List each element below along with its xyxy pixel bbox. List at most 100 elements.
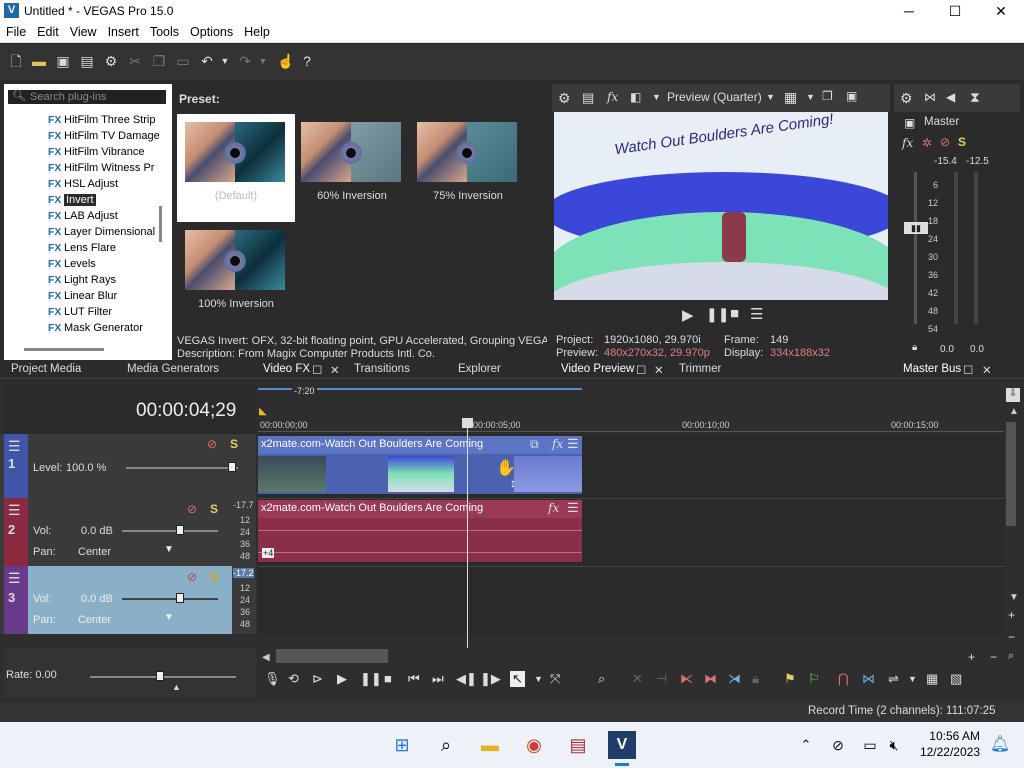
master-bus-close-icon[interactable]: ✕ xyxy=(982,363,992,377)
track-1-level-knob[interactable] xyxy=(228,462,236,472)
plugin-list-scrollbar[interactable] xyxy=(159,206,162,242)
audio-event-fx-icon[interactable]: fx xyxy=(548,501,559,515)
overlays-icon[interactable]: ▦ xyxy=(784,89,797,106)
tab-video-fx[interactable]: Video FX xyxy=(263,363,310,375)
vertical-zoom-in-icon[interactable]: + xyxy=(1008,608,1015,622)
vertical-zoom-out-icon[interactable]: − xyxy=(1008,630,1015,644)
track-3-header[interactable]: ☰ 3 ⊘ S Vol: 0.0 dB Pan: Center ▼ -17.2 … xyxy=(0,566,256,634)
help-icon[interactable]: ? xyxy=(299,53,315,69)
master-solo-icon[interactable]: S xyxy=(958,135,966,149)
ripple-dropdown-icon[interactable]: ▼ xyxy=(908,671,917,687)
mute-speaker-icon[interactable]: ◀ xyxy=(946,90,955,104)
video-fx-undock-icon[interactable]: ☐ xyxy=(312,363,322,377)
preset-60-inversion[interactable]: 60% Inversion xyxy=(293,114,411,222)
play-icon[interactable]: ▶ xyxy=(337,671,347,687)
plugin-item[interactable]: FX Levels xyxy=(48,258,96,274)
copy-icon[interactable]: ❐ xyxy=(151,53,167,69)
menu-file[interactable]: File xyxy=(0,23,31,39)
plugin-item[interactable]: FX HitFilm TV Damage xyxy=(48,130,160,146)
video-fx-close-icon[interactable]: ✕ xyxy=(330,363,340,377)
save-icon[interactable]: ▣ xyxy=(55,53,71,69)
zoom-tool-icon[interactable]: ⌕ xyxy=(1008,650,1014,663)
fx-icon[interactable]: fx xyxy=(607,90,618,104)
plugin-item[interactable]: FX HSL Adjust xyxy=(48,178,118,194)
plugin-item[interactable]: FX Mask Generator xyxy=(48,322,143,338)
maximize-button[interactable]: ☐ xyxy=(932,0,978,23)
marker-icon[interactable]: ◣ xyxy=(259,406,267,417)
split-screen-icon[interactable]: ◧ xyxy=(630,90,641,104)
menu-edit[interactable]: Edit xyxy=(31,23,64,39)
track-2-volume-knob[interactable] xyxy=(176,525,184,535)
video-output-icon[interactable]: ▤ xyxy=(582,90,594,106)
scroll-up-icon[interactable]: ▲ xyxy=(1009,406,1019,417)
record-icon[interactable]: 🎙︎ xyxy=(264,671,281,687)
track-2-header[interactable]: ☰ 2 ⊘ S Vol: 0.0 dB Pan: Center ▼ -17.7 … xyxy=(0,498,256,566)
plugin-item[interactable]: FX Invert xyxy=(48,194,96,210)
tab-project-media[interactable]: Project Media xyxy=(11,363,81,375)
new-icon[interactable]: 🗋 xyxy=(8,53,24,69)
preset-100-inversion[interactable]: 100% Inversion xyxy=(177,222,295,330)
insert-region-icon[interactable]: ⚐ xyxy=(808,671,820,687)
vegas-taskbar-icon[interactable]: V xyxy=(608,731,636,759)
track-3-volume-slider[interactable] xyxy=(122,598,218,600)
menu-options[interactable]: Options xyxy=(184,23,238,39)
ripple-edit-icon[interactable]: ⇌ xyxy=(888,671,899,687)
automation-icon[interactable]: ✲ xyxy=(922,136,932,150)
network-off-icon[interactable]: ⊘ xyxy=(824,731,852,759)
preset-default[interactable]: (Default) xyxy=(177,114,295,222)
insert-marker-icon[interactable]: ⚑ xyxy=(784,671,796,687)
playhead-handle[interactable] xyxy=(462,418,473,428)
quality-dropdown-icon[interactable]: ▼ xyxy=(766,92,775,102)
snapping-icon[interactable]: ⋂ xyxy=(838,671,849,687)
plugin-item[interactable]: FX HitFilm Vibrance xyxy=(48,146,145,162)
normal-edit-tool-icon[interactable]: ↖ xyxy=(510,671,525,687)
open-icon[interactable]: ▬ xyxy=(31,53,47,69)
horizontal-scrollbar[interactable] xyxy=(276,649,388,663)
notification-bell-icon[interactable]: 🔔︎ xyxy=(986,731,1014,759)
minimize-button[interactable]: ─ xyxy=(886,0,932,23)
tab-explorer[interactable]: Explorer xyxy=(458,363,501,375)
plugin-item[interactable]: FX Lens Flare xyxy=(48,242,116,258)
save-snapshot-icon[interactable]: ▣ xyxy=(846,89,857,103)
start-icon[interactable]: ⊞ xyxy=(388,731,416,759)
plugin-list-hscrollbar[interactable] xyxy=(24,348,104,351)
master-settings-icon[interactable]: ⚙ xyxy=(900,90,913,107)
undo-dropdown-icon[interactable]: ▼ xyxy=(217,53,233,69)
next-frame-icon[interactable]: ❚▶ xyxy=(480,671,501,687)
previous-frame-icon[interactable]: ◀❚ xyxy=(456,671,477,687)
audio-event-clip[interactable]: x2mate.com-Watch Out Boulders Are Coming… xyxy=(258,500,582,562)
event-pan-crop-icon[interactable]: ⧉ xyxy=(530,437,539,452)
track-2-mute-icon[interactable]: ⊘ xyxy=(187,502,197,516)
preview-menu-icon[interactable]: ☰ xyxy=(750,305,763,323)
plugin-item[interactable]: FX HitFilm Witness Pr xyxy=(48,162,154,178)
scroll-left-icon[interactable]: ◀ xyxy=(262,652,270,663)
plugin-item[interactable]: FX HitFilm Three Strip xyxy=(48,114,155,130)
timeline-toggle-icon[interactable]: ⇩ xyxy=(1006,388,1020,402)
file-explorer-icon[interactable]: ▬ xyxy=(476,731,504,759)
event-fx-icon[interactable]: fx xyxy=(552,437,563,451)
mixer-icon[interactable]: ⧗ xyxy=(970,89,980,106)
redo-icon[interactable]: ↷ xyxy=(237,53,253,69)
menu-help[interactable]: Help xyxy=(238,23,275,39)
track-3-menu-icon[interactable]: ☰ xyxy=(8,570,21,587)
master-mute-icon[interactable]: ⊘ xyxy=(940,135,950,149)
tab-transitions[interactable]: Transitions xyxy=(354,363,410,375)
tab-master-bus[interactable]: Master Bus xyxy=(903,363,961,375)
video-preview-undock-icon[interactable]: ☐ xyxy=(636,363,646,377)
search-input[interactable]: 🔍︎ Search plug-ins xyxy=(8,90,166,104)
track-2-menu-icon[interactable]: ☰ xyxy=(8,502,21,519)
zoom-edit-tool-icon[interactable]: ⌕ xyxy=(598,671,605,687)
rate-center-icon[interactable]: ▲ xyxy=(172,682,181,692)
redo-dropdown-icon[interactable]: ▼ xyxy=(255,53,271,69)
scroll-down-icon[interactable]: ▼ xyxy=(1009,592,1019,603)
auto-crossfade-icon[interactable]: ⋈ xyxy=(862,671,875,687)
master-bus-undock-icon[interactable]: ☐ xyxy=(963,363,973,377)
trim-icon[interactable]: ⊣ xyxy=(656,671,667,687)
plugin-item[interactable]: FX Layer Dimensional xyxy=(48,226,155,242)
tab-trimmer[interactable]: Trimmer xyxy=(679,363,721,375)
edit-tool-dropdown-icon[interactable]: ▼ xyxy=(534,671,543,687)
track-1-mute-icon[interactable]: ⊘ xyxy=(207,437,217,451)
play-from-start-icon[interactable]: ⊳ xyxy=(312,671,323,687)
track-2-pan-knob[interactable]: ▼ xyxy=(164,544,174,555)
preview-quality-select[interactable]: Preview (Quarter) xyxy=(667,90,762,104)
